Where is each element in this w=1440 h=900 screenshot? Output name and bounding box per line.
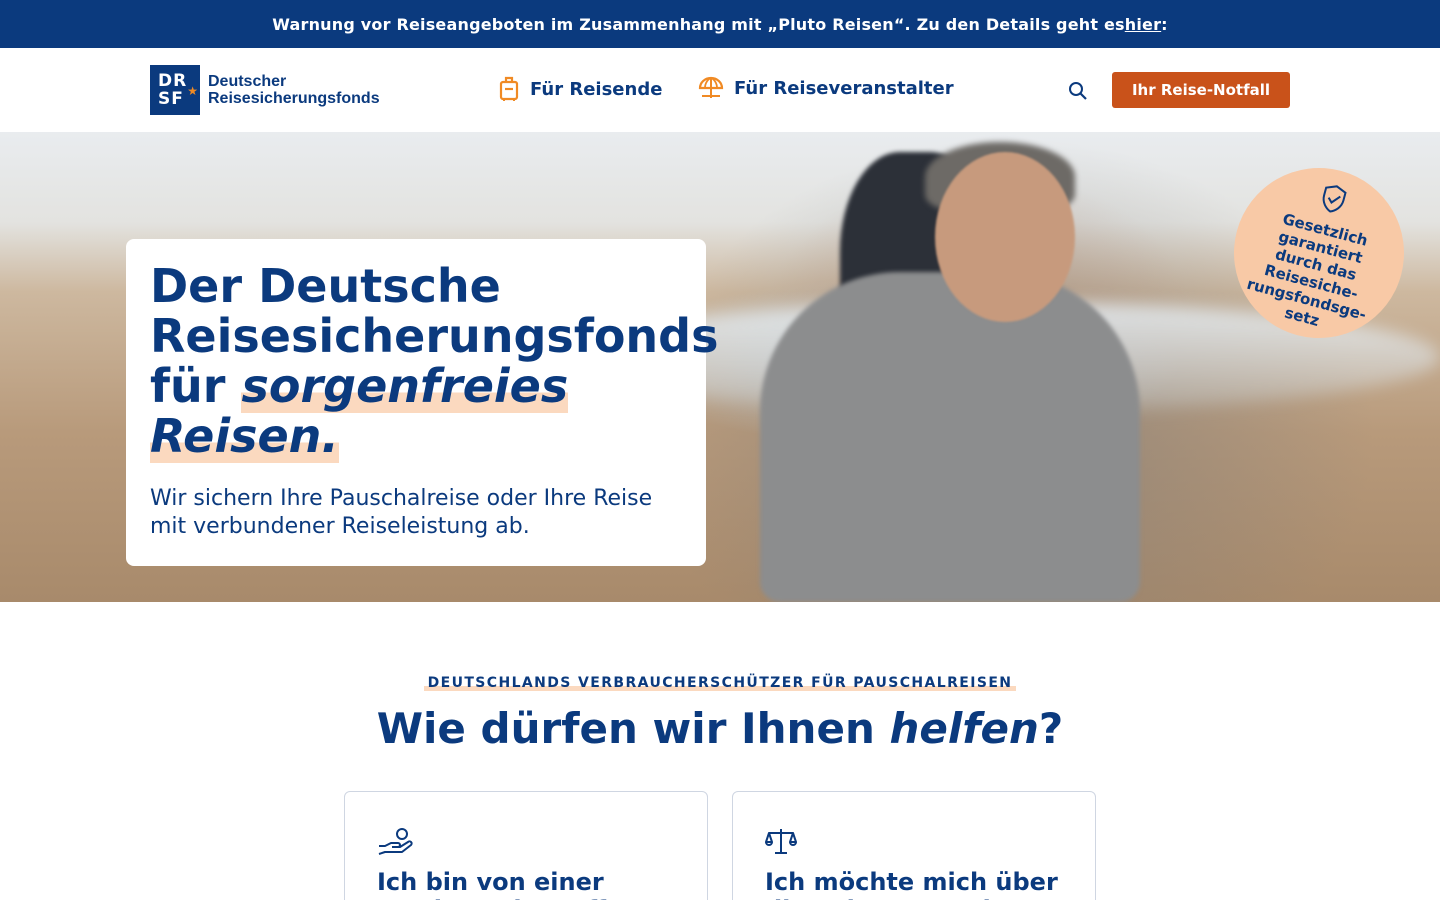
- section-title-emphasis: helfen: [889, 704, 1039, 753]
- nav-item-reiseveranstalter[interactable]: Für Reiseveranstalter: [698, 76, 954, 100]
- warning-banner: Warnung vor Reiseangeboten im Zusammenha…: [0, 0, 1440, 48]
- hero-card: Der Deutsche Reisesicherungsfonds für so…: [126, 239, 719, 566]
- hero-photo-man: [760, 272, 1140, 602]
- help-card-title: Ich bin von einer Insolvenz betroffen: [377, 868, 639, 900]
- nav-item-reisende[interactable]: Für Reisende: [498, 76, 662, 102]
- section-title-suffix: ?: [1038, 704, 1064, 753]
- nav-label-reisende: Für Reisende: [530, 78, 663, 100]
- hero-title-emphasis-1: sorgenfreies: [241, 359, 569, 413]
- help-card-insolvenz[interactable]: Ich bin von einer Insolvenz betroffen: [344, 791, 708, 900]
- reise-notfall-button[interactable]: Ihr Reise-Notfall: [1112, 72, 1290, 108]
- section-eyebrow: DEUTSCHLANDS VERBRAUCHERSCHÜTZER FÜR PAU…: [0, 672, 1440, 691]
- hero-section: Der Deutsche Reisesicherungsfonds für so…: [0, 132, 1440, 602]
- help-card-title: Ich möchte mich über die Leistungen des: [765, 868, 1058, 900]
- nav-label-reiseveranstalter: Für Reiseveranstalter: [734, 77, 954, 99]
- logo-text: Deutscher Reisesicherungsfonds: [208, 73, 380, 107]
- logo-mark-line2: SF: [158, 89, 184, 109]
- hero-subtitle: Wir sichern Ihre Pauschalreise oder Ihre…: [150, 486, 653, 539]
- help-card-leistungen[interactable]: Ich möchte mich über die Leistungen des: [732, 791, 1096, 900]
- hero-title-emphasis-2: Reisen.: [150, 409, 339, 463]
- logo-mark-line1: DR: [158, 71, 188, 91]
- search-icon[interactable]: [1066, 79, 1090, 103]
- warning-text: Warnung vor Reiseangeboten im Zusammenha…: [272, 14, 1125, 34]
- hero-photo-face: [935, 152, 1075, 322]
- hero-title-prefix: für: [150, 359, 242, 413]
- shield-check-icon: [1315, 181, 1351, 221]
- logo-mark: DR SF ★: [150, 65, 200, 115]
- logo-text-line1: Deutscher: [208, 73, 287, 90]
- warning-suffix: :: [1161, 14, 1168, 34]
- logo[interactable]: DR SF ★ Deutscher Reisesicherungsfonds: [150, 65, 380, 115]
- eyebrow-text: DEUTSCHLANDS VERBRAUCHERSCHÜTZER FÜR PAU…: [423, 675, 1017, 691]
- section-title: Wie dürfen wir Ihnen helfen?: [0, 704, 1440, 753]
- hero-title-line2: Reisesicherungsfonds: [150, 309, 719, 363]
- hero-title: Der Deutsche Reisesicherungsfonds für so…: [150, 259, 750, 463]
- hero-title-line1: Der Deutsche: [150, 259, 501, 313]
- suitcase-icon: [498, 76, 520, 102]
- hand-coin-icon: [377, 826, 413, 862]
- logo-star-icon: ★: [187, 84, 198, 98]
- site-header: DR SF ★ Deutscher Reisesicherungsfonds F…: [0, 48, 1440, 132]
- warning-details-link[interactable]: hier: [1125, 15, 1161, 34]
- section-title-prefix: Wie dürfen wir Ihnen: [376, 704, 890, 753]
- logo-text-line2: Reisesicherungsfonds: [208, 90, 380, 107]
- scales-icon: [765, 826, 797, 860]
- umbrella-icon: [698, 76, 724, 100]
